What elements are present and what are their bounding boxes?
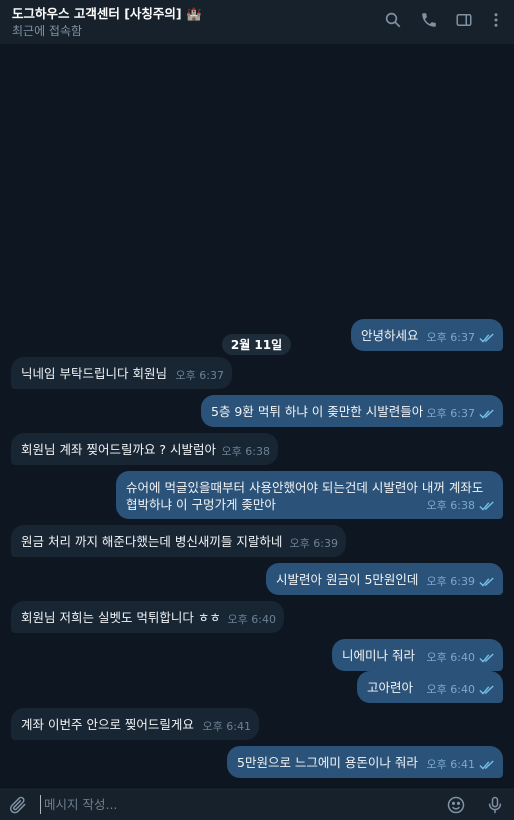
sidebar-icon[interactable]: [453, 9, 475, 31]
message-outgoing[interactable]: 시발련아 원금이 5만원인데 오후 6:39: [266, 563, 503, 595]
message-meta: 오후 6:40: [427, 681, 495, 698]
double-check-icon: [479, 500, 495, 511]
message-list[interactable]: 2월 11일 안녕하세요 오후 6:37 닉네임 부탁드립니다 회원님 오후 6…: [0, 44, 514, 787]
message-time: 오후 6:41: [426, 758, 475, 771]
message-incoming[interactable]: 회원님 계좌 찢어드릴까요 ? 시발럼아 오후 6:38: [11, 433, 278, 465]
message-time: 오후 6:37: [175, 369, 224, 382]
message-time: 오후 6:40: [227, 613, 276, 626]
double-check-icon: [479, 408, 495, 419]
last-seen-status: 최근에 접속함: [12, 24, 83, 38]
message-meta: 오후 6:39: [290, 535, 338, 552]
message-incoming[interactable]: 회원님 저희는 실벳도 먹튀합니다 ㅎㅎ 오후 6:40: [11, 601, 284, 633]
message-meta: 오후 6:37: [427, 405, 495, 422]
message-time: 오후 6:37: [426, 407, 475, 420]
microphone-icon[interactable]: [484, 794, 506, 816]
phone-icon[interactable]: [418, 9, 440, 31]
message-time: 오후 6:41: [202, 720, 251, 733]
message-incoming[interactable]: 계좌 이번주 안으로 찢어드릴게요 오후 6:41: [11, 708, 259, 740]
date-separator: 2월 11일: [222, 334, 291, 355]
message-time: 오후 6:39: [426, 575, 475, 588]
double-check-icon: [479, 759, 495, 770]
message-outgoing[interactable]: 고아련아 오후 6:40: [357, 671, 503, 703]
message-meta: 오후 6:37: [427, 329, 495, 346]
message-time: 오후 6:39: [289, 537, 338, 550]
message-outgoing[interactable]: 5층 9환 먹튀 하냐 이 좆만한 시발련들아 오후 6:37: [201, 395, 503, 427]
message-meta: 오후 6:41: [203, 718, 251, 735]
message-meta: 오후 6:39: [427, 573, 495, 590]
message-time: 오후 6:40: [426, 683, 475, 696]
message-outgoing[interactable]: 5만원으로 느그에미 용돈이나 줘라 오후 6:41: [227, 746, 503, 778]
more-icon[interactable]: [485, 9, 507, 31]
message-incoming[interactable]: 원금 처리 까지 해준다했는데 병신새끼들 지랄하네 오후 6:39: [11, 525, 346, 557]
message-meta: 오후 6:40: [427, 649, 495, 666]
message-meta: 오후 6:38: [222, 443, 270, 460]
message-outgoing[interactable]: 슈어에 먹글있을때부터 사용안했어야 되는건데 시발련아 내꺼 계좌도 협박하냐…: [116, 471, 503, 519]
message-time: 오후 6:38: [426, 499, 475, 512]
message-meta: 오후 6:41: [427, 756, 495, 773]
attach-icon[interactable]: [7, 794, 29, 816]
message-outgoing[interactable]: 니에미나 줘라 오후 6:40: [332, 639, 503, 671]
double-check-icon: [479, 576, 495, 587]
chat-title[interactable]: 도그하우스 고객센터 [사칭주의] 🏰: [12, 3, 202, 22]
message-text: 슈어에 먹글있을때부터 사용안했어야 되는건데 시발련아 내꺼 계좌도: [126, 480, 484, 495]
message-time: 오후 6:37: [426, 331, 475, 344]
message-meta: 오후 6:37: [176, 367, 224, 384]
message-time: 오후 6:38: [221, 445, 270, 458]
emoji-icon[interactable]: [445, 794, 467, 816]
message-meta: 오후 6:40: [228, 611, 276, 628]
message-meta: 오후 6:38: [427, 497, 495, 514]
double-check-icon: [479, 652, 495, 663]
double-check-icon: [479, 332, 495, 343]
message-incoming[interactable]: 닉네임 부탁드립니다 회원님 오후 6:37: [11, 357, 232, 389]
message-time: 오후 6:40: [426, 651, 475, 664]
search-icon[interactable]: [382, 9, 404, 31]
chat-header: 도그하우스 고객센터 [사칭주의] 🏰 최근에 접속함: [0, 0, 514, 44]
message-composer: 메시지 작성...: [0, 787, 514, 820]
double-check-icon: [479, 684, 495, 695]
message-input[interactable]: 메시지 작성...: [40, 795, 430, 814]
message-outgoing[interactable]: 안녕하세요 오후 6:37: [351, 319, 503, 351]
